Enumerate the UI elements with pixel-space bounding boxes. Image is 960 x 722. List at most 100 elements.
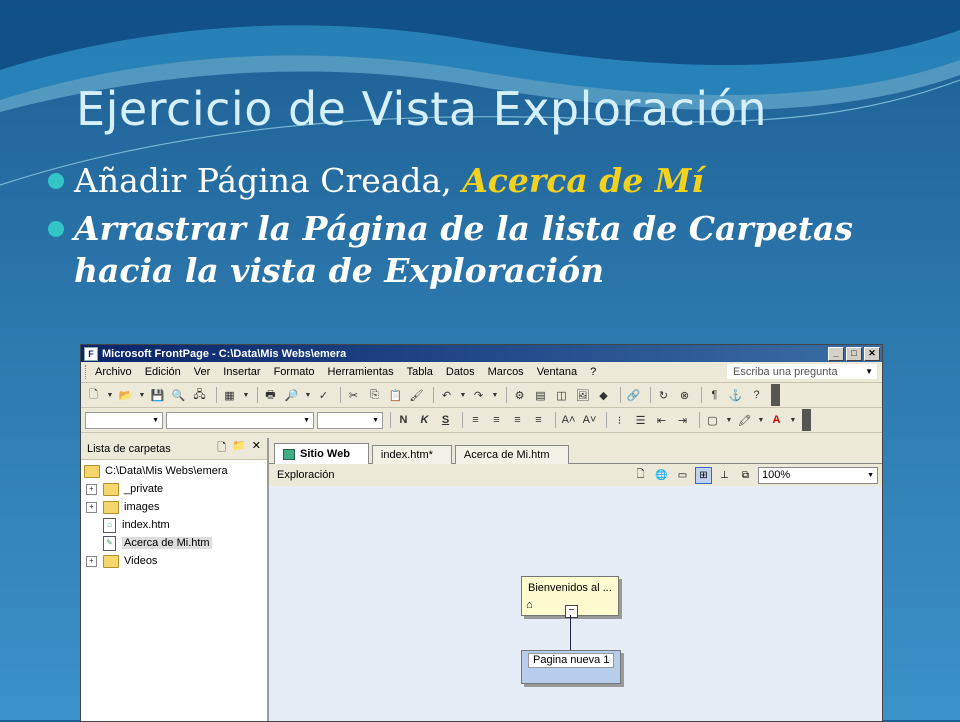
new-page-icon[interactable]: 🗋	[217, 439, 226, 458]
minimize-icon[interactable]: _	[828, 346, 844, 361]
align-left-icon[interactable]: ≡	[467, 412, 484, 429]
save-icon[interactable]: 💾	[149, 387, 166, 404]
menu-insertar[interactable]: Insertar	[223, 366, 260, 378]
bullet-list-icon[interactable]: ☰	[632, 412, 649, 429]
chevron-down-icon[interactable]: ▼	[491, 387, 499, 404]
tree-root[interactable]: C:\Data\Mis Webs\emera	[81, 462, 267, 480]
window-titlebar[interactable]: F Microsoft FrontPage - C:\Data\Mis Webs…	[81, 345, 882, 362]
tree-item-images[interactable]: + images	[81, 498, 267, 516]
expand-view-icon[interactable]: ⧉	[737, 467, 754, 484]
undo-icon[interactable]: ↶	[438, 387, 455, 404]
refresh-icon[interactable]: ↻	[655, 387, 672, 404]
open-icon[interactable]: 📂	[117, 387, 134, 404]
tab-index[interactable]: index.htm*	[371, 445, 452, 464]
highlight-icon[interactable]: 🖍	[736, 412, 753, 429]
chevron-down-icon[interactable]: ▼	[242, 387, 250, 404]
toolbar-options-icon[interactable]	[802, 409, 811, 431]
navigation-canvas[interactable]: Bienvenidos al ... ⌂ − Pagina nueva 1	[269, 486, 882, 721]
show-all-icon[interactable]: ¶	[706, 387, 723, 404]
font-color-icon[interactable]: A	[768, 412, 785, 429]
nav-node-child[interactable]: Pagina nueva 1	[521, 650, 621, 684]
print-icon[interactable]: 🖶	[262, 387, 279, 404]
shrink-font-icon[interactable]: A˅	[581, 412, 598, 429]
expand-icon[interactable]: +	[86, 483, 97, 495]
stop-icon[interactable]: ⊗	[676, 387, 693, 404]
style-select[interactable]: ▼	[85, 411, 163, 429]
chevron-down-icon[interactable]: ▼	[789, 412, 797, 429]
italic-icon[interactable]: K	[416, 412, 433, 429]
bold-icon[interactable]: N	[395, 412, 412, 429]
link-bar-icon[interactable]: ▭	[674, 467, 691, 484]
redo-icon[interactable]: ↷	[470, 387, 487, 404]
new-page-icon[interactable]: 🗋	[85, 387, 102, 404]
underline-icon[interactable]: S	[437, 412, 454, 429]
close-icon[interactable]: ✕	[864, 346, 880, 361]
publish-icon[interactable]: 🖧	[191, 387, 208, 404]
help-icon[interactable]: ?	[748, 387, 765, 404]
paste-icon[interactable]: 📋	[387, 387, 404, 404]
chevron-down-icon[interactable]: ▼	[867, 472, 874, 479]
subtree-icon[interactable]: ⊥	[716, 467, 733, 484]
grow-font-icon[interactable]: A˄	[560, 412, 577, 429]
borders-icon[interactable]: ▢	[704, 412, 721, 429]
drawing-icon[interactable]: ◆	[595, 387, 612, 404]
cut-icon[interactable]: ✂	[345, 387, 362, 404]
table-icon[interactable]: ▦	[221, 387, 238, 404]
new-page-icon[interactable]: 🗋	[632, 467, 649, 484]
close-icon[interactable]: ✕	[252, 439, 261, 458]
increase-indent-icon[interactable]: ⇥	[674, 412, 691, 429]
align-right-icon[interactable]: ≡	[509, 412, 526, 429]
tab-sitio-web[interactable]: Sitio Web	[274, 443, 369, 464]
font-size-select[interactable]: ▼	[317, 411, 383, 429]
tab-acerca[interactable]: Acerca de Mi.htm	[454, 445, 569, 464]
chevron-down-icon[interactable]: ▼	[304, 387, 312, 404]
font-select[interactable]: ▼	[166, 411, 314, 429]
chevron-down-icon[interactable]: ▼	[106, 387, 114, 404]
collapse-icon[interactable]: −	[565, 605, 578, 618]
menu-marcos[interactable]: Marcos	[488, 366, 524, 378]
menu-tabla[interactable]: Tabla	[407, 366, 433, 378]
chevron-down-icon[interactable]: ▼	[138, 387, 146, 404]
portrait-landscape-icon[interactable]: ⊞	[695, 466, 712, 484]
expand-icon[interactable]: +	[86, 555, 97, 567]
chevron-down-icon[interactable]: ▼	[459, 387, 467, 404]
tree-item-private[interactable]: + _private	[81, 480, 267, 498]
globe-icon[interactable]: 🌐	[653, 467, 670, 484]
menu-ventana[interactable]: Ventana	[537, 366, 577, 378]
expand-icon[interactable]: +	[86, 501, 97, 513]
chevron-down-icon[interactable]: ▼	[865, 367, 873, 376]
menu-edicion[interactable]: Edición	[145, 366, 181, 378]
tree-item-index[interactable]: ⌂ index.htm	[81, 516, 267, 534]
nav-node-home[interactable]: Bienvenidos al ... ⌂ −	[521, 576, 619, 618]
copy-icon[interactable]: ⎘	[366, 387, 383, 404]
hyperlink-icon[interactable]: 🔗	[625, 387, 642, 404]
anchor-icon[interactable]: ⚓	[727, 387, 744, 404]
ask-question-box[interactable]: Escriba una pregunta ▼	[727, 364, 877, 379]
insert-picture-icon[interactable]: 🖼	[574, 387, 591, 404]
decrease-indent-icon[interactable]: ⇤	[653, 412, 670, 429]
preview-icon[interactable]: 🔎	[283, 387, 300, 404]
chevron-down-icon[interactable]: ▼	[757, 412, 765, 429]
toolbar-options-icon[interactable]	[771, 384, 780, 406]
insert-layer-icon[interactable]: ◫	[553, 387, 570, 404]
justify-icon[interactable]: ≡	[530, 412, 547, 429]
align-center-icon[interactable]: ≡	[488, 412, 505, 429]
menu-archivo[interactable]: Archivo	[95, 366, 132, 378]
menubar-grip[interactable]	[85, 365, 89, 379]
format-painter-icon[interactable]: 🖌	[408, 387, 425, 404]
insert-table-icon[interactable]: ▤	[532, 387, 549, 404]
chevron-down-icon[interactable]: ▼	[725, 412, 733, 429]
menu-ver[interactable]: Ver	[194, 366, 211, 378]
spelling-icon[interactable]: ✓	[315, 387, 332, 404]
tree-item-acerca[interactable]: ✎ Acerca de Mi.htm	[81, 534, 267, 552]
menu-datos[interactable]: Datos	[446, 366, 475, 378]
tree-item-videos[interactable]: + Videos	[81, 552, 267, 570]
new-folder-icon[interactable]: 📁	[232, 439, 246, 458]
numbered-list-icon[interactable]: ⁝	[611, 412, 628, 429]
menu-help[interactable]: ?	[590, 366, 596, 378]
search-icon[interactable]: 🔍	[170, 387, 187, 404]
menu-formato[interactable]: Formato	[274, 366, 315, 378]
maximize-icon[interactable]: □	[846, 346, 862, 361]
zoom-select[interactable]: 100% ▼	[758, 466, 878, 484]
web-component-icon[interactable]: ⚙	[511, 387, 528, 404]
